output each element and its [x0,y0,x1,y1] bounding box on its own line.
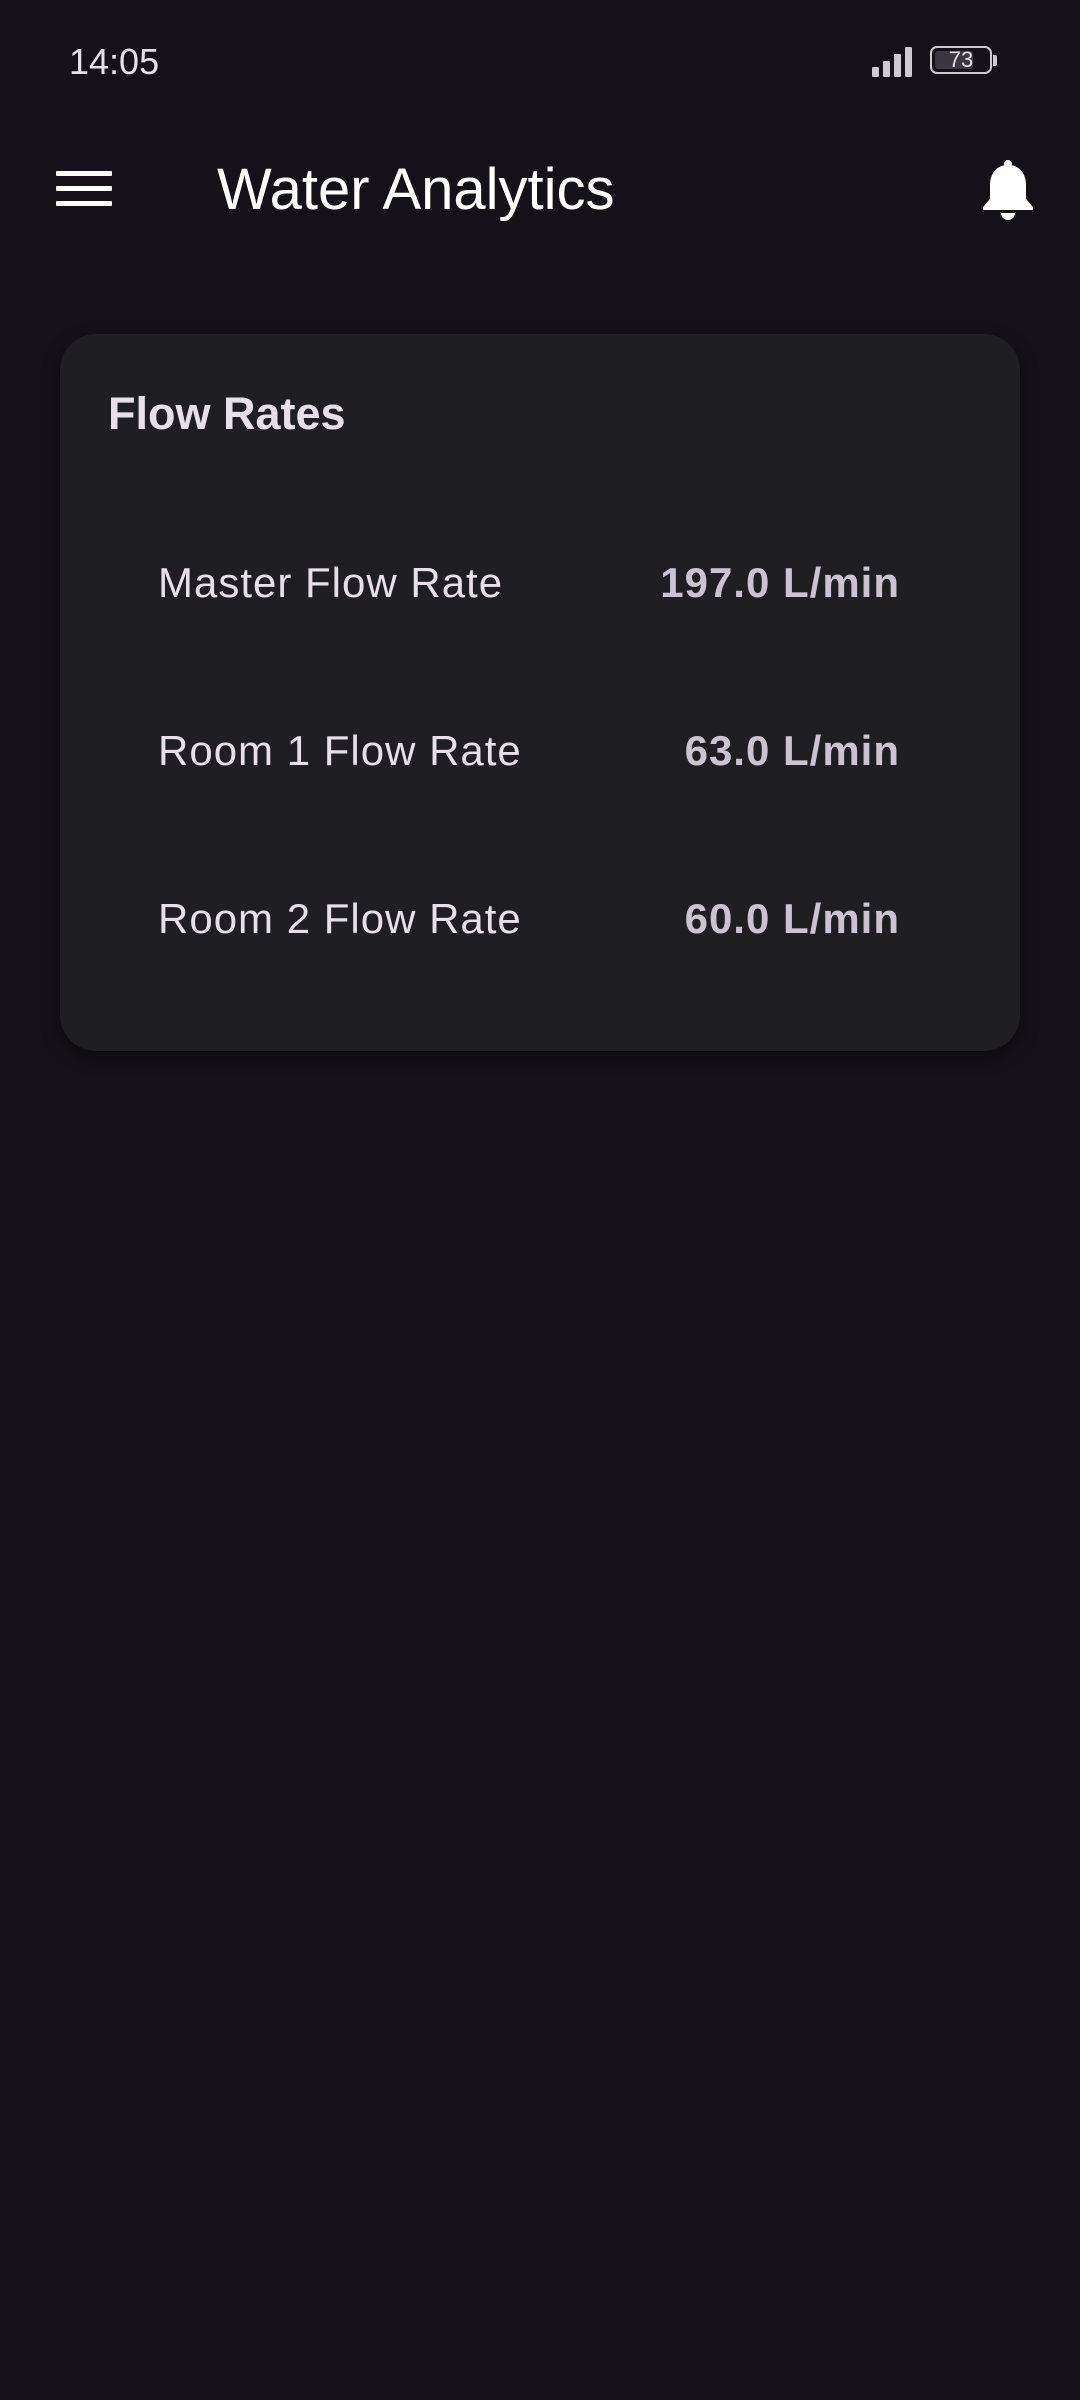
flow-rates-card: Flow Rates Master Flow Rate 197.0 L/min … [60,334,1020,1051]
battery-level: 73 [948,47,974,72]
status-time: 14:05 [69,41,160,82]
battery-icon: 73 [930,46,1000,78]
card-title: Flow Rates [108,388,346,439]
flow-row-room-2: Room 2 Flow Rate 60.0 L/min [60,879,1020,959]
flow-label: Room 2 Flow Rate [158,895,522,942]
notifications-button[interactable] [968,152,1048,232]
flow-value: 197.0 L/min [660,559,900,606]
flow-row-room-1: Room 1 Flow Rate 63.0 L/min [60,711,1020,791]
flow-value: 60.0 L/min [684,895,900,942]
page-title: Water Analytics [217,157,615,222]
flow-label: Room 1 Flow Rate [158,727,522,774]
battery-tip [993,55,997,66]
signal-bars-icon [870,45,916,77]
hamburger-menu-icon [56,168,112,213]
menu-button[interactable] [36,160,132,220]
status-bar: 14:05 73 [0,0,1080,124]
flow-row-master: Master Flow Rate 197.0 L/min [60,543,1020,623]
bell-icon [981,159,1035,226]
flow-value: 63.0 L/min [684,727,900,774]
flow-label: Master Flow Rate [158,559,504,606]
app-bar: Water Analytics [0,124,1080,256]
